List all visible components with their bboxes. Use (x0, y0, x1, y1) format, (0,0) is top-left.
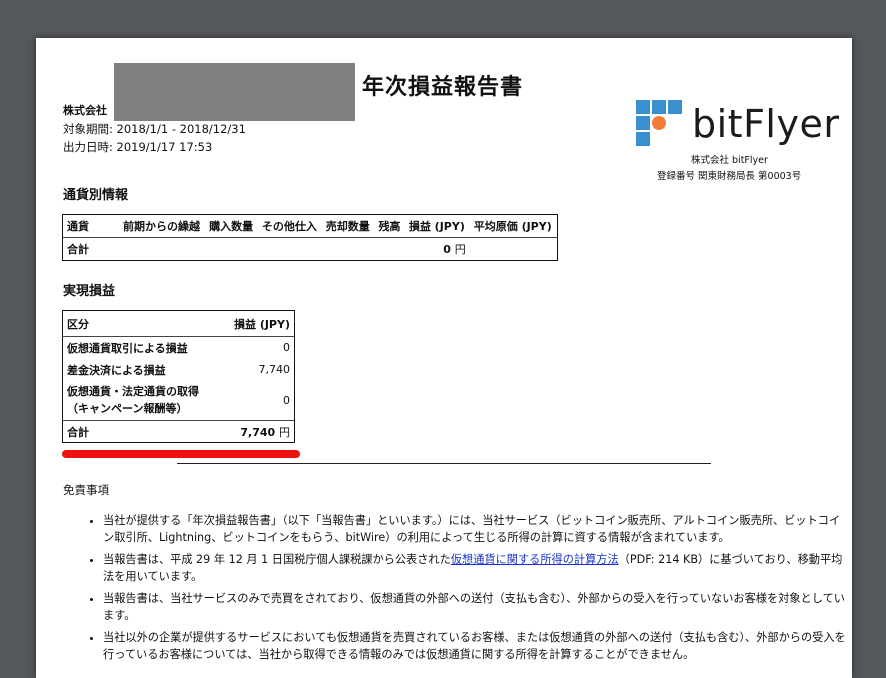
disclaimer-heading: 免責事項 (63, 483, 109, 497)
yen-unit: 円 (279, 425, 290, 439)
row-label-line1: 仮想通貨・法定通貨の取得 (67, 385, 199, 399)
disclaimer-list: 当社が提供する「年次損益報告書」（以下「当報告書」といいます。）には、当社サービ… (83, 512, 851, 668)
list-item: 当報告書は、当社サービスのみで売買をされており、仮想通貨の外部への送付（支払も含… (103, 590, 851, 624)
table-row: 仮想通貨・法定通貨の取得 （キャンペーン報酬等） 0 (62, 380, 295, 421)
period-text: 対象期間: 2018/1/1 - 2018/12/31 (63, 122, 246, 136)
total-label: 合計 (67, 425, 89, 439)
table-row: 合計 0 円 (63, 238, 558, 261)
total-value: 7,740 (240, 425, 276, 439)
row-label-line2: （キャンペーン報酬等） (67, 402, 188, 416)
yen-unit: 円 (454, 243, 466, 256)
tax-guideline-link[interactable]: 仮想通貨に関する所得の計算方法 (451, 553, 619, 566)
col-profit: 損益 (JPY) (404, 214, 470, 238)
list-item-text: 当報告書は、平成 29 年 12 月 1 日国税庁個人課税課から公表された (103, 553, 451, 566)
red-highlight-underline (62, 450, 300, 458)
customer-company-label: 株式会社 (63, 104, 107, 117)
report-title: 年次損益報告書 (362, 75, 524, 100)
col-sold-qty: 売却数量 (321, 214, 375, 238)
bitflyer-logo: bitFlyer (636, 100, 840, 150)
row-value: 0 (221, 380, 295, 421)
total-value: 0 (443, 243, 451, 256)
total-value-cell: 7,740 円 (221, 421, 294, 443)
list-item: 当社が提供する「年次損益報告書」（以下「当報告書」といいます。）には、当社サービ… (103, 512, 851, 546)
table-row: 仮想通貨取引による損益 0 (63, 337, 295, 359)
logo-wordmark: bitFlyer (692, 102, 840, 146)
currency-section-heading: 通貨別情報 (63, 188, 129, 203)
col-purchase-qty: 購入数量 (205, 214, 258, 238)
redacted-area (114, 63, 355, 121)
issuer-registration: 登録番号 関東財務局長 第0003号 (657, 171, 802, 182)
logo-grid-icon (636, 100, 684, 148)
col-carryover: 前期からの繰越 (119, 214, 206, 238)
row-value: 0 (283, 341, 290, 355)
table-row: 合計 7,740 円 (63, 421, 295, 443)
col-profit: 損益 (JPY) (221, 310, 295, 337)
row-label: 差金決済による損益 (67, 363, 166, 377)
table-header-row: 通貨 前期からの繰越 購入数量 その他仕入 売却数量 残高 損益 (JPY) 平… (62, 214, 558, 238)
issuer-name: 株式会社 bitFlyer (691, 155, 768, 166)
row-label: 仮想通貨取引による損益 (67, 341, 188, 355)
col-category: 区分 (62, 310, 222, 337)
currency-table: 通貨 前期からの繰越 購入数量 その他仕入 売却数量 残高 損益 (JPY) 平… (62, 214, 558, 261)
realized-table: 区分 損益 (JPY) 仮想通貨取引による損益 0 差金決済による損益 7,74… (62, 310, 295, 443)
table-row: 差金決済による損益 7,740 (63, 359, 295, 381)
row-label: 仮想通貨・法定通貨の取得 （キャンペーン報酬等） (62, 380, 222, 421)
report-page: 年次損益報告書 株式会社 対象期間: 2018/1/1 - 2018/12/31… (36, 38, 852, 678)
total-label: 合計 (67, 243, 89, 256)
row-value: 7,740 (258, 363, 291, 376)
col-other-purchase: その他仕入 (257, 214, 322, 238)
realized-section-heading: 実現損益 (63, 284, 116, 299)
col-balance: 残高 (374, 214, 405, 238)
table-header-row: 区分 損益 (JPY) (62, 310, 295, 337)
list-item: 当社以外の企業が提供するサービスにおいても仮想通貨を売買されているお客様、または… (103, 629, 851, 663)
list-item: 当報告書は、平成 29 年 12 月 1 日国税庁個人課税課から公表された仮想通… (103, 551, 851, 585)
total-value-cell: 0 円 (405, 238, 470, 261)
divider-line (177, 463, 711, 464)
col-currency: 通貨 (62, 214, 119, 238)
col-avg-cost: 平均原価 (JPY) (469, 214, 558, 238)
output-date-text: 出力日時: 2019/1/17 17:53 (63, 140, 213, 154)
